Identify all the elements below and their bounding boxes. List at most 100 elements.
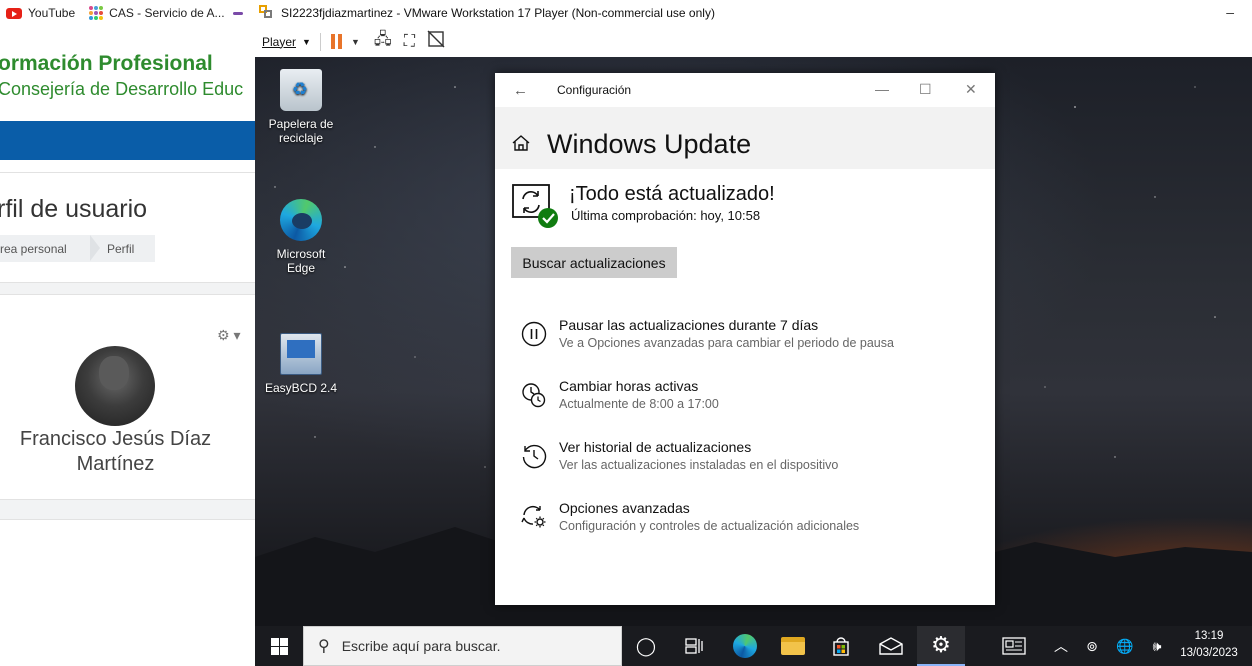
option-subtitle: Actualmente de 8:00 a 17:00 <box>559 397 719 411</box>
bookmark-label: YouTube <box>28 6 76 20</box>
update-status-title: ¡Todo está actualizado! <box>569 183 775 205</box>
clock-date: 13/03/2023 <box>1180 647 1238 659</box>
breadcrumb-item-profile[interactable]: Perfil <box>102 242 134 256</box>
vmware-logo-icon <box>259 5 275 21</box>
unity-icon[interactable] <box>427 30 445 53</box>
divider <box>0 172 255 173</box>
site-brand-title: ormación Profesional <box>0 52 213 75</box>
bookmark-cas[interactable]: CAS - Servicio de A... <box>89 6 225 20</box>
recycle-bin-icon <box>280 69 322 111</box>
option-subtitle: Configuración y controles de actualizaci… <box>559 519 860 533</box>
check-for-updates-button[interactable]: Buscar actualizaciones <box>511 247 677 278</box>
bookmark-youtube[interactable]: YouTube <box>6 6 75 20</box>
gear-icon[interactable]: ⚙ ▾ <box>217 327 240 344</box>
settings-header: Windows Update <box>495 107 995 169</box>
power-options-chevron-icon[interactable]: ▼ <box>351 37 360 47</box>
divider <box>0 282 255 295</box>
player-menu-label: Player <box>262 34 297 49</box>
site-navbar <box>0 121 255 160</box>
settings-titlebar: ← Configuración — ☐ ✕ <box>495 73 995 107</box>
guest-desktop: Papelera de reciclaje Microsoft Edge Eas… <box>255 57 1252 666</box>
option-subtitle: Ver las actualizaciones instaladas en el… <box>559 458 839 472</box>
show-hidden-icons-chevron-icon[interactable]: ︿ <box>1049 626 1073 666</box>
news-widget-icon[interactable] <box>999 626 1029 666</box>
youtube-icon <box>6 7 22 19</box>
more-bookmarks-icon[interactable] <box>232 11 243 15</box>
option-subtitle: Ve a Opciones avanzadas para cambiar el … <box>559 336 894 350</box>
unity-svg <box>427 30 445 48</box>
edge-icon <box>733 634 757 658</box>
breadcrumb: rea personal Perfil <box>0 235 155 262</box>
network-globe-icon[interactable]: 🌐 <box>1113 626 1137 666</box>
option-pause-updates[interactable]: Pausar las actualizaciones durante 7 día… <box>521 317 981 357</box>
fullscreen-icon[interactable]: ⛶ <box>404 33 415 51</box>
home-icon[interactable] <box>511 133 531 153</box>
store-svg <box>833 637 849 656</box>
windows-logo-icon <box>270 637 288 655</box>
close-button[interactable]: ✕ <box>965 81 977 98</box>
user-full-name: Francisco Jesús Díaz Martínez <box>19 428 212 475</box>
webcam-icon[interactable]: ⊚ <box>1081 626 1103 666</box>
pause-icon <box>521 321 547 347</box>
desktop-icon-edge[interactable]: Microsoft Edge <box>261 199 341 275</box>
start-button[interactable] <box>255 626 303 666</box>
vmware-titlebar: SI2223fjdiazmartinez - VMware Workstatio… <box>255 0 1252 26</box>
back-arrow-icon[interactable]: ← <box>513 82 528 99</box>
edge-taskbar-icon[interactable] <box>721 626 769 666</box>
mail-icon[interactable] <box>867 626 915 666</box>
advanced-options-icon <box>521 505 546 528</box>
news-svg <box>1002 637 1026 655</box>
store-icon[interactable] <box>817 626 865 666</box>
desktop-icon-label: Papelera de reciclaje <box>268 117 334 145</box>
desktop-icon-easybcd[interactable]: EasyBCD 2.4 <box>261 333 341 395</box>
browser-panel: YouTube CAS - Servicio de A... ormación … <box>0 0 255 666</box>
cortana-icon[interactable]: ◯ <box>622 626 670 666</box>
desktop-icon-label: Microsoft Edge <box>276 247 326 275</box>
system-clock[interactable]: 13:19 13/03/2023 <box>1174 628 1244 662</box>
volume-icon[interactable]: 🕪 <box>1145 626 1169 666</box>
pause-vm-button[interactable] <box>330 34 342 49</box>
taskbar: ⚲ Escribe aquí para buscar. ◯ ⚙ ︿ ⊚ 🌐 🕪 … <box>255 626 1252 666</box>
gear-icon: ⚙ <box>931 632 951 657</box>
taskbar-search-box[interactable]: ⚲ Escribe aquí para buscar. <box>303 626 622 666</box>
desktop-icon-recycle-bin[interactable]: Papelera de reciclaje <box>261 69 341 145</box>
breadcrumb-separator-icon <box>90 235 102 262</box>
cas-icon <box>89 6 104 20</box>
option-title: Pausar las actualizaciones durante 7 día… <box>559 317 819 333</box>
update-status-subtitle: Última comprobación: hoy, 10:58 <box>571 208 761 223</box>
vmware-window: SI2223fjdiazmartinez - VMware Workstatio… <box>255 0 1252 666</box>
search-icon: ⚲ <box>318 638 330 655</box>
task-view-icon[interactable] <box>670 626 718 666</box>
vmware-title: SI2223fjdiazmartinez - VMware Workstatio… <box>281 6 715 20</box>
minimize-button[interactable]: – <box>1226 4 1234 20</box>
page-title: Windows Update <box>547 129 752 159</box>
search-placeholder: Escribe aquí para buscar. <box>341 638 501 654</box>
avatar <box>75 346 155 426</box>
option-title: Ver historial de actualizaciones <box>559 439 752 455</box>
minimize-button[interactable]: — <box>875 81 889 97</box>
task-view-svg <box>685 638 703 654</box>
breadcrumb-item-personal-area[interactable]: rea personal <box>0 242 90 256</box>
toolbar-divider <box>319 32 321 51</box>
settings-taskbar-button[interactable]: ⚙ <box>917 626 965 666</box>
easybcd-icon <box>280 333 322 375</box>
vmware-toolbar: Player ▼ ▼ 🖧 ⛶ <box>255 26 1252 57</box>
page-title: rfil de usuario <box>0 195 148 223</box>
settings-window: ← Configuración — ☐ ✕ Windows Update ¡To… <box>495 73 995 605</box>
maximize-button[interactable]: ☐ <box>919 81 932 98</box>
settings-window-title: Configuración <box>557 83 632 97</box>
option-advanced-options[interactable]: Opciones avanzadas Configuración y contr… <box>521 500 981 540</box>
option-update-history[interactable]: Ver historial de actualizaciones Ver las… <box>521 439 981 479</box>
file-explorer-icon[interactable] <box>769 626 817 666</box>
player-menu[interactable]: Player ▼ <box>262 35 311 49</box>
option-title: Cambiar horas activas <box>559 378 699 394</box>
mail-svg <box>879 637 903 655</box>
folder-icon <box>781 637 805 655</box>
option-title: Opciones avanzadas <box>559 500 690 516</box>
site-brand-subtitle: Consejería de Desarrollo Educ <box>0 79 244 99</box>
active-hours-icon <box>522 383 546 408</box>
divider <box>0 499 255 520</box>
send-ctrl-alt-del-icon[interactable]: 🖧 <box>374 28 392 55</box>
desktop-icon-label: EasyBCD 2.4 <box>264 381 338 395</box>
option-active-hours[interactable]: Cambiar horas activas Actualmente de 8:0… <box>521 378 981 418</box>
